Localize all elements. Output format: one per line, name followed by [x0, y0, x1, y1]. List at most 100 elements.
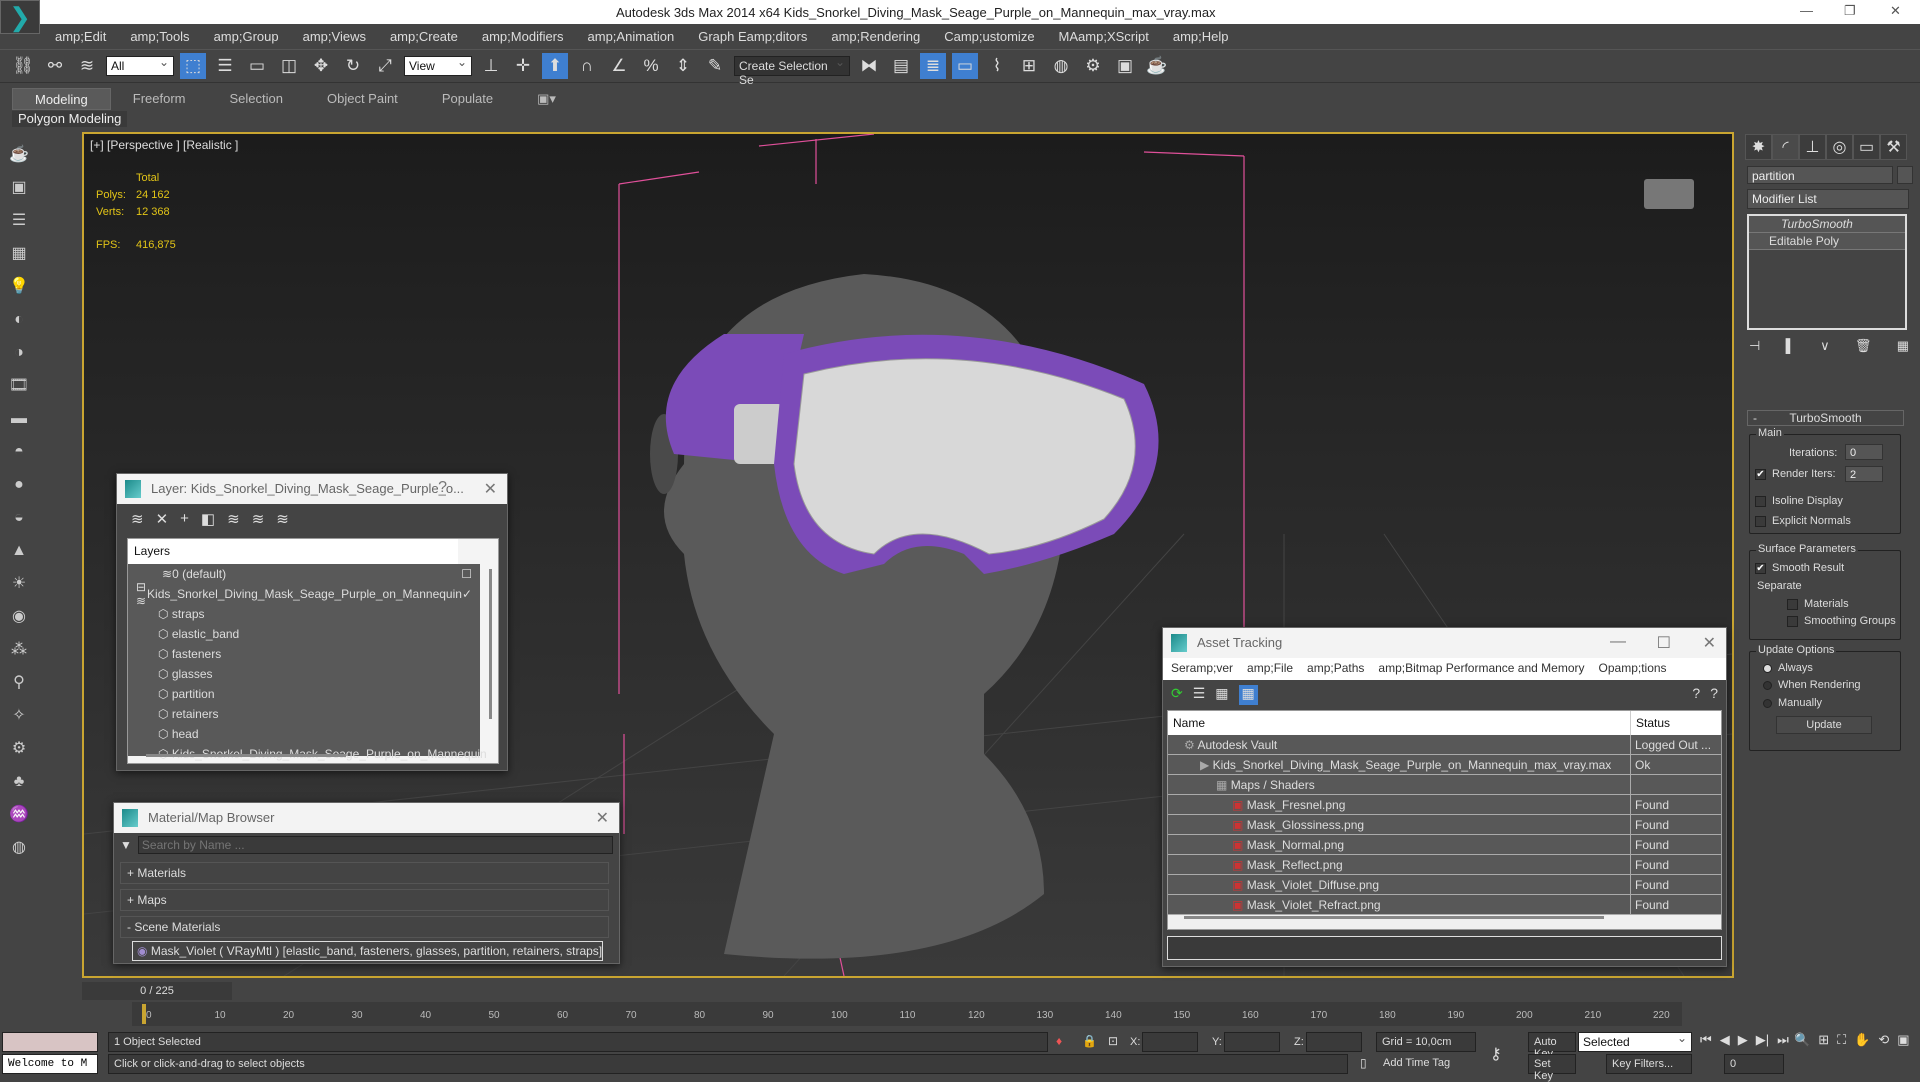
minimize-button[interactable]: —: [1610, 633, 1626, 651]
menu-paths[interactable]: amp;Paths: [1307, 661, 1364, 677]
move-icon[interactable]: ✥: [308, 53, 334, 79]
render-setup-icon[interactable]: ⚙: [1080, 53, 1106, 79]
select-object-icon[interactable]: ⬚: [180, 53, 206, 79]
highlight-layer-icon[interactable]: ≋: [227, 510, 240, 532]
box-icon[interactable]: ▬: [7, 406, 31, 432]
manually-radio[interactable]: [1763, 698, 1772, 708]
polygon-modeling-panel[interactable]: Polygon Modeling: [12, 111, 128, 127]
ribbon-toggle-icon[interactable]: ▭: [952, 53, 978, 79]
layer-object-item[interactable]: ⬡ straps: [128, 604, 480, 624]
list-icon[interactable]: ☰: [7, 208, 31, 234]
go-to-start-icon[interactable]: ⏮: [1700, 1032, 1712, 1048]
menu-customize[interactable]: Camp;ustomize: [944, 29, 1034, 44]
stack-item-editable-poly[interactable]: Editable Poly: [1749, 233, 1905, 250]
particles-icon[interactable]: ⁂: [7, 637, 31, 663]
auto-key-button[interactable]: Auto Key: [1528, 1032, 1576, 1060]
play-icon[interactable]: ▶: [1738, 1032, 1748, 1048]
create-tab-icon[interactable]: ✸: [1745, 134, 1772, 160]
key-filters-button[interactable]: Key Filters...: [1606, 1054, 1692, 1074]
pan-icon[interactable]: ✋: [1854, 1032, 1870, 1048]
hair-icon[interactable]: ♒: [7, 802, 31, 828]
select-objects-icon[interactable]: ◧: [201, 510, 215, 532]
layer-default[interactable]: ≋ 0 (default) ☐: [128, 564, 480, 584]
close-button[interactable]: ✕: [1890, 3, 1901, 19]
material-editor-icon[interactable]: ◍: [1048, 53, 1074, 79]
link-icon[interactable]: ⛓: [10, 53, 36, 79]
menu-create[interactable]: amp;Create: [390, 29, 458, 44]
menu-group[interactable]: amp;Group: [214, 29, 279, 44]
close-button[interactable]: ✕: [1703, 633, 1716, 653]
sphere-icon[interactable]: ●: [7, 472, 31, 498]
isolate-icon[interactable]: ♦: [1056, 1034, 1062, 1048]
maxscript-mini-listener[interactable]: Welcome to M: [2, 1054, 98, 1074]
update-button[interactable]: Update: [1776, 716, 1872, 734]
spinner-snap-icon[interactable]: ⇕: [670, 53, 696, 79]
film-icon[interactable]: 🎞: [7, 373, 31, 399]
smooth-result-checkbox[interactable]: ✔: [1755, 562, 1766, 574]
previous-frame-icon[interactable]: ◀: [1720, 1032, 1730, 1048]
horizontal-scrollbar[interactable]: [1184, 916, 1604, 919]
hide-all-icon[interactable]: ≋: [252, 510, 265, 532]
configure-sets-icon[interactable]: ▦: [1897, 338, 1909, 354]
help-button[interactable]: ?: [438, 479, 447, 497]
display-tab-icon[interactable]: ▭: [1853, 134, 1880, 160]
modifier-list-dropdown[interactable]: Modifier List: [1747, 189, 1909, 209]
menu-maxscript[interactable]: MAamp;XScript: [1059, 29, 1149, 44]
helper-icon[interactable]: ◑: [7, 340, 31, 366]
layer-object-item[interactable]: ⬡ head: [128, 724, 480, 744]
menu-rendering[interactable]: amp;Rendering: [831, 29, 920, 44]
time-cursor[interactable]: [142, 1004, 146, 1024]
absolute-mode-icon[interactable]: ⊡: [1108, 1034, 1118, 1048]
help-icon[interactable]: ?: [1710, 685, 1718, 705]
orbit-icon[interactable]: ⟲: [1878, 1032, 1889, 1048]
menu-graph-editors[interactable]: Graph Eamp;ditors: [698, 29, 807, 44]
gear-icon[interactable]: ⚙: [7, 736, 31, 762]
bones-icon[interactable]: ⚲: [7, 670, 31, 696]
disc-icon[interactable]: ◉: [7, 604, 31, 630]
asset-row[interactable]: ▣ Mask_Violet_Diffuse.png Found: [1168, 874, 1721, 895]
isoline-checkbox[interactable]: [1755, 495, 1766, 507]
delete-layer-icon[interactable]: ✕: [156, 510, 169, 532]
teapot-icon[interactable]: ☕: [7, 142, 31, 168]
vault-help-icon[interactable]: ?: [1692, 685, 1700, 705]
camera-icon[interactable]: ◐: [7, 307, 31, 333]
close-button[interactable]: ✕: [484, 479, 497, 499]
layer-object-item[interactable]: ⬡ partition: [128, 684, 480, 704]
menu-file[interactable]: amp;File: [1247, 661, 1293, 677]
track-bar[interactable]: 0 10 20 30 40 50 60 70 80 90 100 110 120 130 140 150 160…: [132, 1002, 1682, 1026]
freeze-all-icon[interactable]: ≋: [276, 510, 289, 532]
key-icon[interactable]: ⚷: [1490, 1044, 1502, 1064]
layer-kids-snorkel[interactable]: ⊟ ≋ Kids_Snorkel_Diving_Mask_Seage_Purpl…: [128, 580, 480, 608]
reference-coord-dropdown[interactable]: View: [404, 55, 472, 76]
globe-icon[interactable]: ◍: [7, 835, 31, 861]
menu-bitmap[interactable]: amp;Bitmap Performance and Memory: [1378, 661, 1584, 677]
asset-row[interactable]: ▣ Mask_Reflect.png Found: [1168, 854, 1721, 875]
vertical-scrollbar[interactable]: [489, 569, 492, 719]
hemisphere-icon[interactable]: ◒: [7, 505, 31, 531]
mirror-icon[interactable]: ⧓: [856, 53, 882, 79]
z-coordinate-field[interactable]: [1306, 1032, 1362, 1052]
menu-help[interactable]: amp;Help: [1173, 29, 1229, 44]
filter-dropdown-icon[interactable]: ▼: [120, 838, 132, 852]
light-icon[interactable]: 💡: [7, 274, 31, 300]
current-layer-box-icon[interactable]: ☐: [461, 567, 472, 581]
asset-path-field[interactable]: [1167, 936, 1722, 960]
iterations-spinner[interactable]: 0: [1845, 444, 1883, 460]
show-end-result-icon[interactable]: ▌: [1786, 338, 1795, 354]
add-to-layer-icon[interactable]: +: [180, 510, 189, 532]
hierarchy-tab-icon[interactable]: ⊥: [1799, 134, 1826, 160]
layer-manager-icon[interactable]: ≣: [920, 53, 946, 79]
percent-snap-icon[interactable]: %: [638, 53, 664, 79]
asset-row[interactable]: ▶ Kids_Snorkel_Diving_Mask_Seage_Purple_…: [1168, 754, 1721, 775]
manipulate-icon[interactable]: ✛: [510, 53, 536, 79]
time-slider[interactable]: 0 / 225: [82, 982, 232, 1000]
selection-filter-dropdown[interactable]: All: [106, 55, 174, 76]
minimize-button[interactable]: —: [1800, 3, 1813, 18]
go-to-end-icon[interactable]: ⏭: [1777, 1032, 1789, 1048]
horizontal-scrollbar[interactable]: [146, 754, 346, 757]
maximize-button[interactable]: ☐: [1657, 633, 1671, 653]
tab-modeling[interactable]: Modeling: [12, 88, 111, 110]
explicit-normals-checkbox[interactable]: [1755, 515, 1766, 527]
refresh-icon[interactable]: ⟳: [1171, 685, 1183, 705]
search-input[interactable]: [137, 836, 613, 854]
